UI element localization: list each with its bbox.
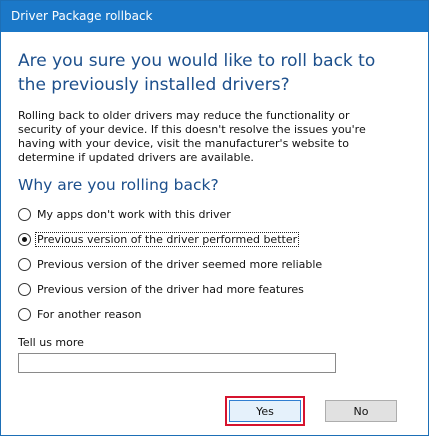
yes-button[interactable]: Yes <box>229 400 301 422</box>
option-performed-better[interactable]: Previous version of the driver performed… <box>18 227 411 252</box>
dialog-description: Rolling back to older drivers may reduce… <box>18 109 366 164</box>
option-label: Previous version of the driver had more … <box>37 283 304 296</box>
option-label: Previous version of the driver seemed mo… <box>37 258 323 271</box>
reason-options: My apps don't work with this driver Prev… <box>18 202 411 327</box>
radio-icon[interactable] <box>18 308 31 321</box>
dialog-buttons: Yes No <box>225 396 397 426</box>
title-bar: Driver Package rollback <box>1 1 428 32</box>
radio-checked-icon[interactable] <box>18 233 31 246</box>
option-label: My apps don't work with this driver <box>37 208 231 221</box>
option-apps-dont-work[interactable]: My apps don't work with this driver <box>18 202 411 227</box>
rollback-dialog: Driver Package rollback Are you sure you… <box>0 0 429 436</box>
reason-heading: Why are you rolling back? <box>18 176 219 194</box>
dialog-content: Are you sure you would like to roll back… <box>1 49 428 373</box>
radio-icon[interactable] <box>18 283 31 296</box>
option-more-features[interactable]: Previous version of the driver had more … <box>18 277 411 302</box>
dialog-heading: Are you sure you would like to roll back… <box>18 51 376 95</box>
yes-button-wrap: Yes <box>225 396 305 426</box>
option-more-reliable[interactable]: Previous version of the driver seemed mo… <box>18 252 411 277</box>
radio-icon[interactable] <box>18 208 31 221</box>
radio-icon[interactable] <box>18 258 31 271</box>
option-label: Previous version of the driver performed… <box>34 232 300 247</box>
option-another-reason[interactable]: For another reason <box>18 302 411 327</box>
option-label: For another reason <box>37 308 142 321</box>
tell-us-more-input[interactable] <box>18 353 336 373</box>
tell-us-more-label: Tell us more <box>18 336 84 349</box>
no-button[interactable]: No <box>325 400 397 422</box>
no-button-wrap: No <box>325 400 397 422</box>
